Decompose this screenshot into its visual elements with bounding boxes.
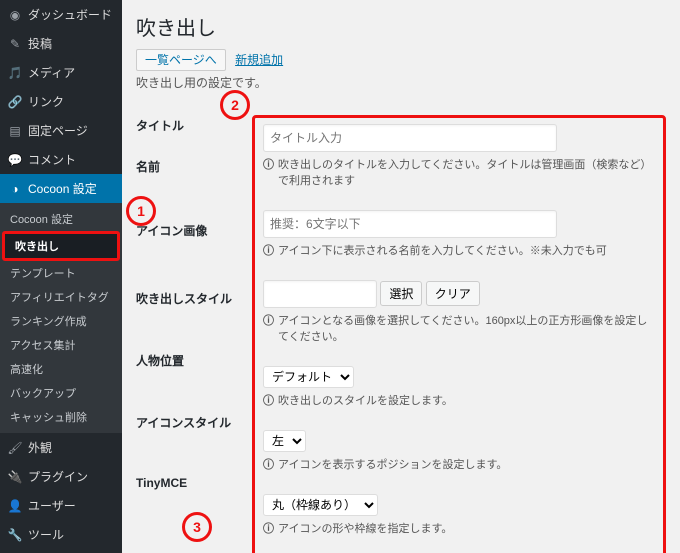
balloon-style-select[interactable]: デフォルト — [263, 366, 354, 388]
sidebar-item-comments[interactable]: 💬 コメント — [0, 145, 122, 174]
icon-image-help: ⓘアイコンとなる画像を選択してください。160px以上の正方形画像を設定してくだ… — [263, 312, 655, 344]
page-icon: ▤ — [8, 124, 22, 138]
sidebar-item-users[interactable]: 👤 ユーザー — [0, 491, 122, 520]
sidebar-label: Cocoon 設定 — [28, 180, 97, 197]
info-icon: ⓘ — [263, 242, 274, 258]
label-icon-style: アイコンスタイル — [136, 414, 231, 431]
sidebar-item-links[interactable]: 🔗 リンク — [0, 87, 122, 116]
label-balloon-style: 吹き出しスタイル — [136, 290, 232, 307]
sidebar-submenu-cocoon: Cocoon 設定 吹き出し テンプレート アフィリエイトタグ ランキング作成 … — [0, 203, 122, 433]
position-select[interactable]: 左 — [263, 430, 306, 452]
info-icon: ⓘ — [263, 392, 274, 408]
sidebar-item-pages[interactable]: ▤ 固定ページ — [0, 116, 122, 145]
main-content: 吹き出し 一覧ページへ 新規追加 吹き出し用の設定です。 タイトル ⓘ吹き出しの… — [122, 0, 680, 553]
sidebar-item-media[interactable]: 🎵 メディア — [0, 58, 122, 87]
page-description: 吹き出し用の設定です。 — [136, 74, 666, 91]
settings-form: タイトル ⓘ吹き出しのタイトルを入力してください。タイトルは管理画面（検索など）… — [136, 105, 666, 553]
sidebar-sub-ranking[interactable]: ランキング作成 — [0, 309, 122, 333]
sidebar-sub-access[interactable]: アクセス集計 — [0, 333, 122, 357]
top-links: 一覧ページへ 新規追加 — [136, 51, 666, 68]
sidebar-sub-speed[interactable]: 高速化 — [0, 357, 122, 381]
sidebar-sub-template[interactable]: テンプレート — [0, 261, 122, 285]
name-input[interactable] — [263, 210, 557, 238]
info-icon: ⓘ — [263, 520, 274, 536]
name-help: ⓘアイコン下に表示される名前を入力してください。※未入力でも可 — [263, 242, 655, 258]
media-icon: 🎵 — [8, 66, 22, 80]
sidebar-item-posts[interactable]: ✎ 投稿 — [0, 29, 122, 58]
link-list-page[interactable]: 一覧ページへ — [136, 49, 226, 71]
sidebar-item-settings[interactable]: ⚙設定 — [0, 549, 122, 553]
annotation-highlight-1: 吹き出し — [2, 231, 120, 261]
dashboard-icon: ◉ — [8, 8, 22, 22]
sidebar-sub-cocoon-settings[interactable]: Cocoon 設定 — [0, 207, 122, 231]
sidebar-label: ツール — [28, 526, 64, 543]
pin-icon: ✎ — [8, 37, 22, 51]
select-button[interactable]: 選択 — [380, 281, 422, 306]
cocoon-icon: ◑ — [8, 182, 22, 196]
label-tinymce: TinyMCE — [136, 476, 187, 490]
sidebar-item-dashboard[interactable]: ◉ ダッシュボード — [0, 0, 122, 29]
sidebar-sub-backup[interactable]: バックアップ — [0, 381, 122, 405]
admin-sidebar: ◉ ダッシュボード ✎ 投稿 🎵 メディア 🔗 リンク ▤ 固定ページ 💬 コメント ◑ Co… — [0, 0, 122, 553]
icon-style-select[interactable]: 丸（枠線あり） — [263, 494, 378, 516]
user-icon: 👤 — [8, 499, 22, 513]
sidebar-label: 投稿 — [28, 35, 52, 52]
sidebar-label: ダッシュボード — [28, 6, 112, 23]
sidebar-label: 固定ページ — [28, 122, 88, 139]
comment-icon: 💬 — [8, 153, 22, 167]
icon-image-input[interactable] — [263, 280, 377, 308]
annotation-box-2: ⓘ吹き出しのタイトルを入力してください。タイトルは管理画面（検索など）で利用され… — [252, 115, 666, 553]
sidebar-item-cocoon[interactable]: ◑ Cocoon 設定 — [0, 174, 122, 203]
sidebar-item-appearance[interactable]: 🖌 外観 — [0, 433, 122, 462]
plug-icon: 🔌 — [8, 470, 22, 484]
sidebar-item-plugins[interactable]: 🔌 プラグイン — [0, 462, 122, 491]
sidebar-label: コメント — [28, 151, 76, 168]
link-icon: 🔗 — [8, 95, 22, 109]
sidebar-label: リンク — [28, 93, 64, 110]
tool-icon: 🔧 — [8, 528, 22, 542]
info-icon: ⓘ — [263, 312, 274, 328]
position-help: ⓘアイコンを表示するポジションを設定します。 — [263, 456, 655, 472]
sidebar-sub-affiliate[interactable]: アフィリエイトタグ — [0, 285, 122, 309]
sidebar-label: メディア — [28, 64, 75, 81]
title-help: ⓘ吹き出しのタイトルを入力してください。タイトルは管理画面（検索など）で利用され… — [263, 156, 655, 188]
label-position: 人物位置 — [136, 352, 184, 369]
info-icon: ⓘ — [263, 456, 274, 472]
clear-button[interactable]: クリア — [426, 281, 480, 306]
sidebar-item-tools[interactable]: 🔧 ツール — [0, 520, 122, 549]
label-icon-image: アイコン画像 — [136, 222, 207, 239]
info-icon: ⓘ — [263, 156, 274, 172]
icon-style-help: ⓘアイコンの形や枠線を指定します。 — [263, 520, 655, 536]
page-title: 吹き出し — [136, 12, 666, 41]
link-add-new[interactable]: 新規追加 — [235, 50, 283, 70]
title-input[interactable] — [263, 124, 557, 152]
sidebar-sub-balloon[interactable]: 吹き出し — [5, 234, 117, 258]
balloon-style-help: ⓘ吹き出しのスタイルを設定します。 — [263, 392, 655, 408]
label-name: 名前 — [136, 158, 160, 175]
sidebar-label: ユーザー — [28, 497, 76, 514]
sidebar-sub-cache[interactable]: キャッシュ削除 — [0, 405, 122, 429]
brush-icon: 🖌 — [8, 441, 22, 455]
sidebar-label: 外観 — [28, 439, 52, 456]
sidebar-label: プラグイン — [28, 468, 88, 485]
